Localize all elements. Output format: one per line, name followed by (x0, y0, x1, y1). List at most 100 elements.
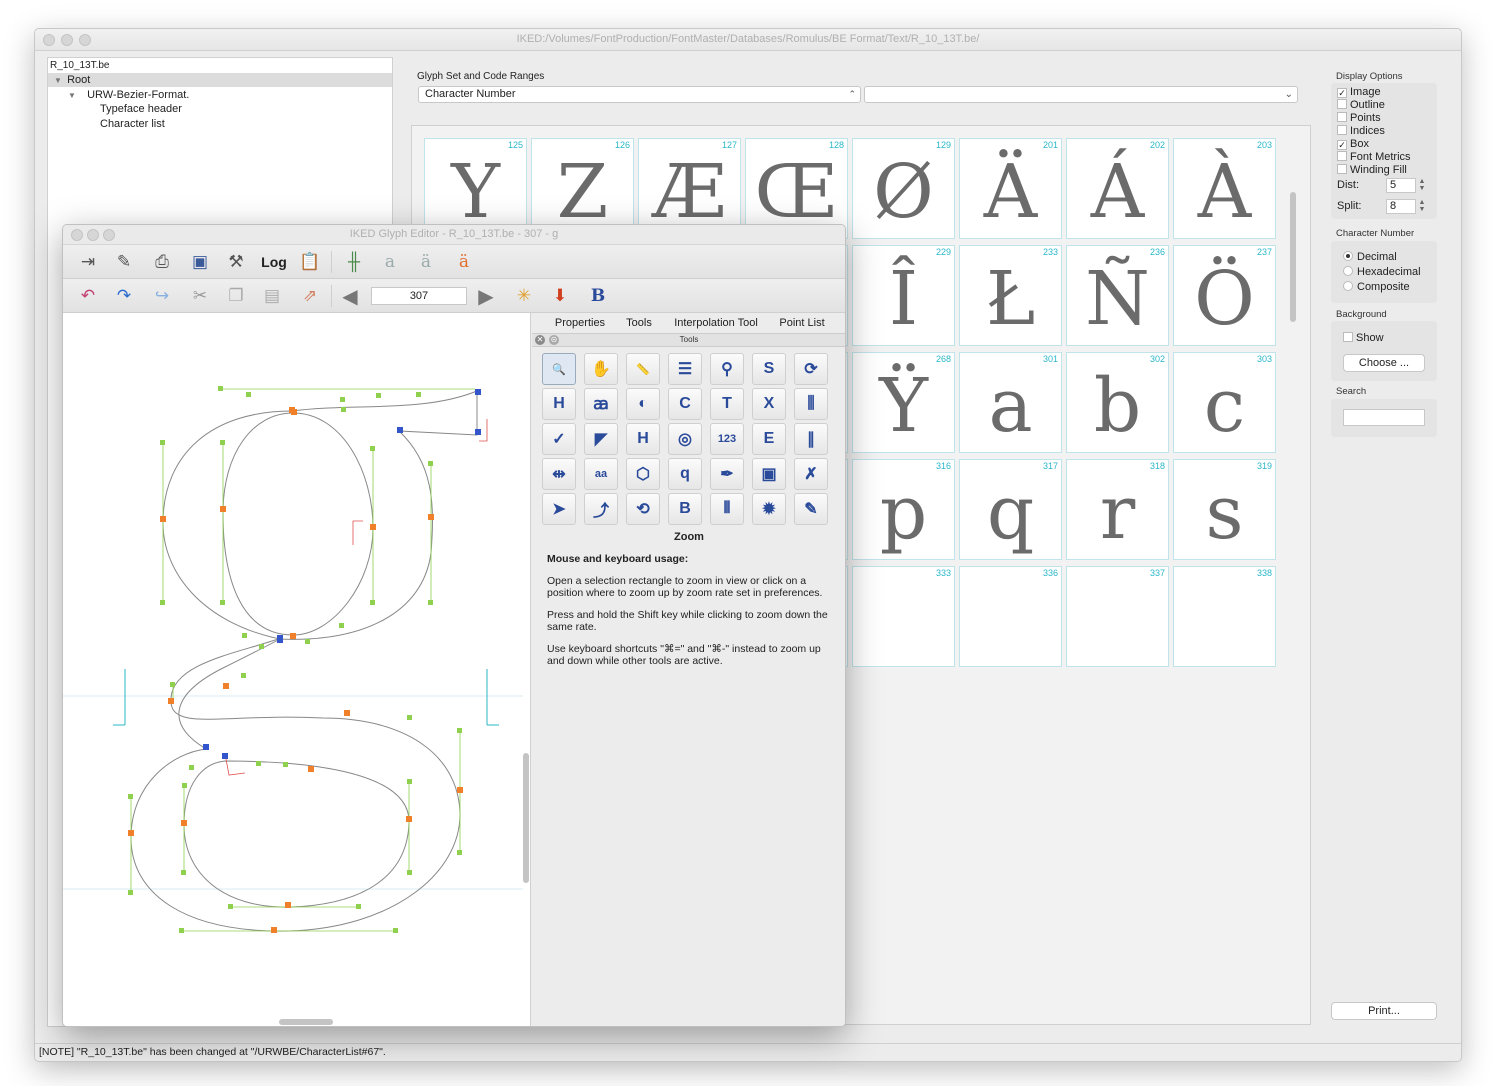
glyph-outline-drawing[interactable] (63, 313, 531, 1027)
glyph-cell[interactable]: 333 (852, 566, 955, 667)
glyph-number-field[interactable]: 307 (371, 287, 467, 305)
radio-button-icon[interactable] (1343, 251, 1353, 261)
component-icon[interactable]: S (752, 353, 786, 385)
glyph-cell[interactable]: 129 Ø (852, 138, 955, 239)
display-option-font-metrics[interactable]: Font Metrics (1337, 151, 1411, 164)
canvas-horizontal-scrollbar[interactable] (279, 1019, 333, 1025)
code-range-select[interactable]: ⌄ (864, 86, 1298, 103)
print-icon[interactable]: ⎙ (149, 249, 175, 275)
cut-icon[interactable]: ✂ (187, 283, 213, 309)
pen-nib-icon[interactable]: ✒ (710, 458, 744, 490)
choose-background-button[interactable]: Choose ... (1343, 354, 1425, 372)
tree-item-character-list[interactable]: Character list (100, 117, 165, 131)
rotate-icon[interactable]: ⟳ (794, 353, 828, 385)
glyph-cell[interactable]: 202 Á (1066, 138, 1169, 239)
undo-history-icon[interactable]: ↶ (75, 283, 101, 309)
paste-special-icon[interactable]: ⇗ (297, 283, 323, 309)
split-stepper[interactable]: ▲ ▼ (1418, 199, 1426, 214)
glyph-cell[interactable]: 237 Ö (1173, 245, 1276, 346)
disclosure-triangle-icon[interactable]: ▼ (68, 89, 78, 103)
wrench-icon[interactable]: ✗ (794, 458, 828, 490)
radio-decimal[interactable]: Decimal (1343, 251, 1397, 264)
glyph-cell[interactable]: 301 a (959, 352, 1062, 453)
tree-item-urw-bezier-format[interactable]: ▼ URW-Bezier-Format. (68, 88, 189, 102)
delete-x-icon[interactable]: X (752, 388, 786, 420)
italic-icon[interactable]: ∥ (794, 423, 828, 455)
contour-c-icon[interactable]: C (668, 388, 702, 420)
checkbox-icon[interactable] (1337, 151, 1347, 161)
glyph-cell[interactable]: 233 Ł (959, 245, 1062, 346)
kerning-icon[interactable]: ꜳ (584, 388, 618, 420)
stem-icon[interactable]: T (710, 388, 744, 420)
glyph-cell[interactable]: 303 c (1173, 352, 1276, 453)
split-icon[interactable]: ⫼ (794, 388, 828, 420)
detach-palette-icon[interactable]: ⊝ (549, 335, 559, 345)
tab-interpolation-tool[interactable]: Interpolation Tool (666, 315, 766, 332)
disclosure-triangle-icon[interactable]: ▼ (48, 74, 62, 88)
pencil-icon[interactable]: ✎ (794, 493, 828, 525)
display-option-outline[interactable]: Outline (1337, 99, 1385, 112)
letters-aa-icon[interactable]: aa (584, 458, 618, 490)
glyph-cell[interactable]: 302 b (1066, 352, 1169, 453)
display-option-box[interactable]: ✓ Box (1337, 138, 1369, 151)
glyph-cell[interactable]: 317 q (959, 459, 1062, 560)
glyph-cell[interactable]: 236 Ñ (1066, 245, 1169, 346)
glyph-cell[interactable]: 318 r (1066, 459, 1169, 560)
fill-icon[interactable]: ◐ (626, 388, 660, 420)
new-glyph-icon[interactable]: ✳ (511, 283, 537, 309)
tab-tools[interactable]: Tools (620, 315, 658, 332)
scrollbar-thumb[interactable] (1290, 192, 1296, 322)
checkbox-icon[interactable] (1343, 332, 1353, 342)
glyph-cell[interactable]: 319 s (1173, 459, 1276, 560)
display-option-image[interactable]: ✓ Image (1337, 86, 1381, 99)
close-palette-icon[interactable]: ✕ (535, 335, 545, 345)
checkmark-icon[interactable]: ✓ (1337, 88, 1347, 98)
print-button[interactable]: Print... (1331, 1002, 1437, 1020)
display-option-winding-fill[interactable]: Winding Fill (1337, 164, 1407, 177)
checkmark-icon[interactable]: ✓ (1337, 140, 1347, 150)
checkbox-icon[interactable] (1337, 125, 1347, 135)
checkbox-icon[interactable] (1337, 164, 1347, 174)
undo-icon[interactable]: ↷ (111, 283, 137, 309)
radio-button-icon[interactable] (1343, 266, 1353, 276)
checkbox-icon[interactable] (1337, 99, 1347, 109)
metrics-icon[interactable]: ╫ (341, 249, 367, 275)
lines-icon[interactable]: ☰ (668, 353, 702, 385)
tab-properties[interactable]: Properties (548, 315, 612, 332)
q-glyph-icon[interactable]: q (668, 458, 702, 490)
glyph-canvas[interactable] (63, 313, 531, 1027)
numbers-icon[interactable]: 123 (710, 423, 744, 455)
glyph-outline-icon[interactable]: a (377, 249, 403, 275)
glyph-cell[interactable]: 203 À (1173, 138, 1276, 239)
curve-icon[interactable]: ⤴ (584, 493, 618, 525)
bezier-b-icon[interactable]: B (668, 493, 702, 525)
radio-button-icon[interactable] (1343, 281, 1353, 291)
tree-item-root[interactable]: ▼ Root (48, 73, 392, 87)
display-option-indices[interactable]: Indices (1337, 125, 1385, 138)
refresh-icon[interactable]: ⟲ (626, 493, 660, 525)
zoom-icon[interactable]: 🔍 (542, 353, 576, 385)
glyph-accent-icon[interactable]: ä (413, 249, 439, 275)
glyph-cell[interactable]: 338 (1173, 566, 1276, 667)
glyph-cell[interactable]: 336 (959, 566, 1062, 667)
shapes-icon[interactable]: ⬡ (626, 458, 660, 490)
ring-icon[interactable]: ◎ (668, 423, 702, 455)
frame-icon[interactable]: ▣ (752, 458, 786, 490)
clipboard-add-icon[interactable]: 📋 (297, 249, 323, 275)
hierarchy-icon[interactable]: ⚲ (710, 353, 744, 385)
display-option-points[interactable]: Points (1337, 112, 1381, 125)
previous-glyph-arrow-icon[interactable]: ◀ (337, 283, 363, 309)
pointer-icon[interactable]: ➤ (542, 493, 576, 525)
radio-hexadecimal[interactable]: Hexadecimal (1343, 266, 1421, 279)
glyph-scrollbar[interactable] (1290, 134, 1296, 1018)
save-icon[interactable]: ▣ (187, 249, 213, 275)
glyph-cell[interactable]: 316 p (852, 459, 955, 560)
copy-icon[interactable]: ❐ (223, 283, 249, 309)
hinting-icon[interactable]: H (542, 388, 576, 420)
dist-stepper[interactable]: ▲ ▼ (1418, 178, 1426, 193)
search-input[interactable] (1343, 409, 1425, 426)
glyph-cell[interactable]: 337 (1066, 566, 1169, 667)
glyph-cell[interactable]: 268 Ÿ (852, 352, 955, 453)
hint-h-icon[interactable]: H (626, 423, 660, 455)
dist-field[interactable]: 5 (1386, 178, 1416, 193)
